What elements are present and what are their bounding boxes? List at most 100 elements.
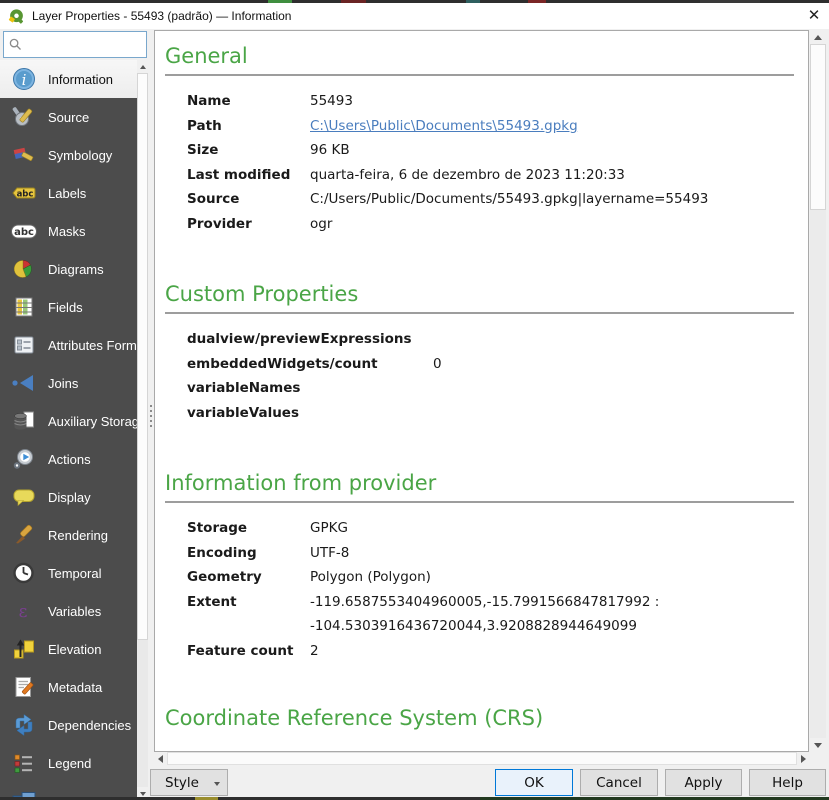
sidebar-item-label: Actions (48, 452, 91, 467)
sidebar-item-label: Auxiliary Storage (48, 414, 137, 429)
sidebar-item-label: Display (48, 490, 91, 505)
sidebar-scrollbar-thumb[interactable] (137, 73, 148, 640)
info-row-source: Source C:/Users/Public/Documents/55493.g… (165, 187, 794, 212)
sidebar-item-label: Fields (48, 300, 83, 315)
apply-button[interactable]: Apply (665, 769, 742, 796)
ok-button[interactable]: OK (495, 769, 573, 796)
sidebar-item-label: Attributes Form (48, 338, 137, 353)
sidebar-item-label: Dependencies (48, 718, 131, 733)
custom-prop-row: embeddedWidgets/count 0 (165, 352, 794, 377)
section-divider (165, 312, 794, 314)
custom-prop-row: dualview/previewExpressions (165, 327, 794, 352)
sidebar-item-variables[interactable]: ε Variables (0, 592, 137, 630)
fields-icon (9, 294, 39, 320)
custom-prop-row: variableNames (165, 376, 794, 401)
search-icon (9, 38, 22, 51)
svg-text:i: i (22, 71, 27, 89)
sidebar-item-source[interactable]: Source (0, 98, 137, 136)
sidebar-item-display[interactable]: Display (0, 478, 137, 516)
provider-row-encoding: Encoding UTF-8 (165, 541, 794, 566)
provider-row-feature-count: Feature count 2 (165, 639, 794, 664)
rendering-icon (9, 522, 39, 548)
cancel-button[interactable]: Cancel (580, 769, 658, 796)
sidebar-item-metadata[interactable]: Metadata (0, 668, 137, 706)
elevation-icon (9, 636, 39, 662)
sidebar-item-label: Rendering (48, 528, 108, 543)
scroll-left-icon[interactable] (154, 752, 167, 765)
sidebar-search[interactable] (3, 31, 147, 58)
background-strip-top (0, 0, 829, 3)
svg-text:abc: abc (17, 190, 34, 200)
actions-icon (9, 446, 39, 472)
dependencies-icon (9, 712, 39, 738)
sidebar-item-label: Metadata (48, 680, 102, 695)
sidebar-item-fields[interactable]: Fields (0, 288, 137, 326)
info-row-size: Size 96 KB (165, 138, 794, 163)
sidebar-item-elevation[interactable]: Elevation (0, 630, 137, 668)
title-bar: Layer Properties - 55493 (padrão) — Info… (0, 3, 829, 29)
labels-icon: abc (9, 180, 39, 206)
close-icon[interactable]: ✕ (799, 3, 829, 29)
section-title-custom-properties: Custom Properties (165, 282, 794, 306)
section-divider (165, 74, 794, 76)
splitter-handle-icon (150, 405, 152, 407)
information-panel: General Name 55493 Path C:\Users\Public\… (154, 30, 809, 752)
sidebar-scrollbar[interactable] (137, 60, 148, 800)
auxiliary-storage-icon (9, 408, 39, 434)
sidebar-item-label: Joins (48, 376, 78, 391)
sidebar-item-label: Information (48, 72, 113, 87)
sidebar-item-dependencies[interactable]: Dependencies (0, 706, 137, 744)
sidebar-item-label: Temporal (48, 566, 101, 581)
attributes-form-icon (9, 332, 39, 358)
section-divider (165, 501, 794, 503)
metadata-icon (9, 674, 39, 700)
scroll-right-icon[interactable] (797, 752, 810, 765)
information-icon: i (9, 66, 39, 92)
qgis-logo-icon (8, 8, 25, 25)
scroll-up-icon[interactable] (137, 60, 148, 73)
display-icon (9, 484, 39, 510)
provider-row-storage: Storage GPKG (165, 516, 794, 541)
content-vscrollbar[interactable] (810, 30, 826, 752)
sidebar-item-diagrams[interactable]: Diagrams (0, 250, 137, 288)
info-row-path: Path C:\Users\Public\Documents\55493.gpk… (165, 114, 794, 139)
provider-row-extent: Extent -119.6587553404960005,-15.7991566… (165, 590, 794, 615)
sidebar-item-joins[interactable]: Joins (0, 364, 137, 402)
sidebar-item-actions[interactable]: Actions (0, 440, 137, 478)
provider-row-geometry: Geometry Polygon (Polygon) (165, 565, 794, 590)
sidebar-item-rendering[interactable]: Rendering (0, 516, 137, 554)
dialog-footer: Style OK Cancel Apply Help (0, 765, 829, 797)
svg-text:ε: ε (19, 602, 28, 622)
sidebar-item-information[interactable]: i Information (0, 60, 137, 98)
sidebar-item-attributes-form[interactable]: Attributes Form (0, 326, 137, 364)
style-button[interactable]: Style (150, 769, 228, 796)
scroll-down-icon[interactable] (810, 738, 826, 752)
sidebar-item-label: Labels (48, 186, 86, 201)
properties-sidebar: i Information Source Symbology abc Label… (0, 60, 137, 800)
content-hscrollbar-thumb[interactable] (167, 752, 797, 765)
diagrams-icon (9, 256, 39, 282)
sidebar-item-symbology[interactable]: Symbology (0, 136, 137, 174)
scroll-up-icon[interactable] (810, 30, 826, 44)
section-title-crs: Coordinate Reference System (CRS) (165, 706, 794, 730)
panel-splitter[interactable] (148, 30, 154, 797)
section-title-provider-info: Information from provider (165, 471, 794, 495)
help-button[interactable]: Help (749, 769, 826, 796)
sidebar-item-masks[interactable]: abc Masks (0, 212, 137, 250)
sidebar-item-label: Source (48, 110, 89, 125)
sidebar-item-label: Symbology (48, 148, 112, 163)
info-row-provider: Provider ogr (165, 212, 794, 237)
info-row-name: Name 55493 (165, 89, 794, 114)
info-row-last-modified: Last modified quarta-feira, 6 de dezembr… (165, 163, 794, 188)
joins-icon (9, 370, 39, 396)
chevron-down-icon (214, 782, 220, 786)
sidebar-item-labels[interactable]: abc Labels (0, 174, 137, 212)
content-hscrollbar[interactable] (154, 752, 810, 765)
section-title-general: General (165, 44, 794, 68)
content-vscrollbar-thumb[interactable] (810, 44, 826, 210)
sidebar-item-auxiliary-storage[interactable]: Auxiliary Storage (0, 402, 137, 440)
path-link[interactable]: C:\Users\Public\Documents\55493.gpkg (310, 118, 578, 134)
sidebar-item-temporal[interactable]: Temporal (0, 554, 137, 592)
sidebar-item-label: Masks (48, 224, 86, 239)
variables-icon: ε (9, 598, 39, 624)
